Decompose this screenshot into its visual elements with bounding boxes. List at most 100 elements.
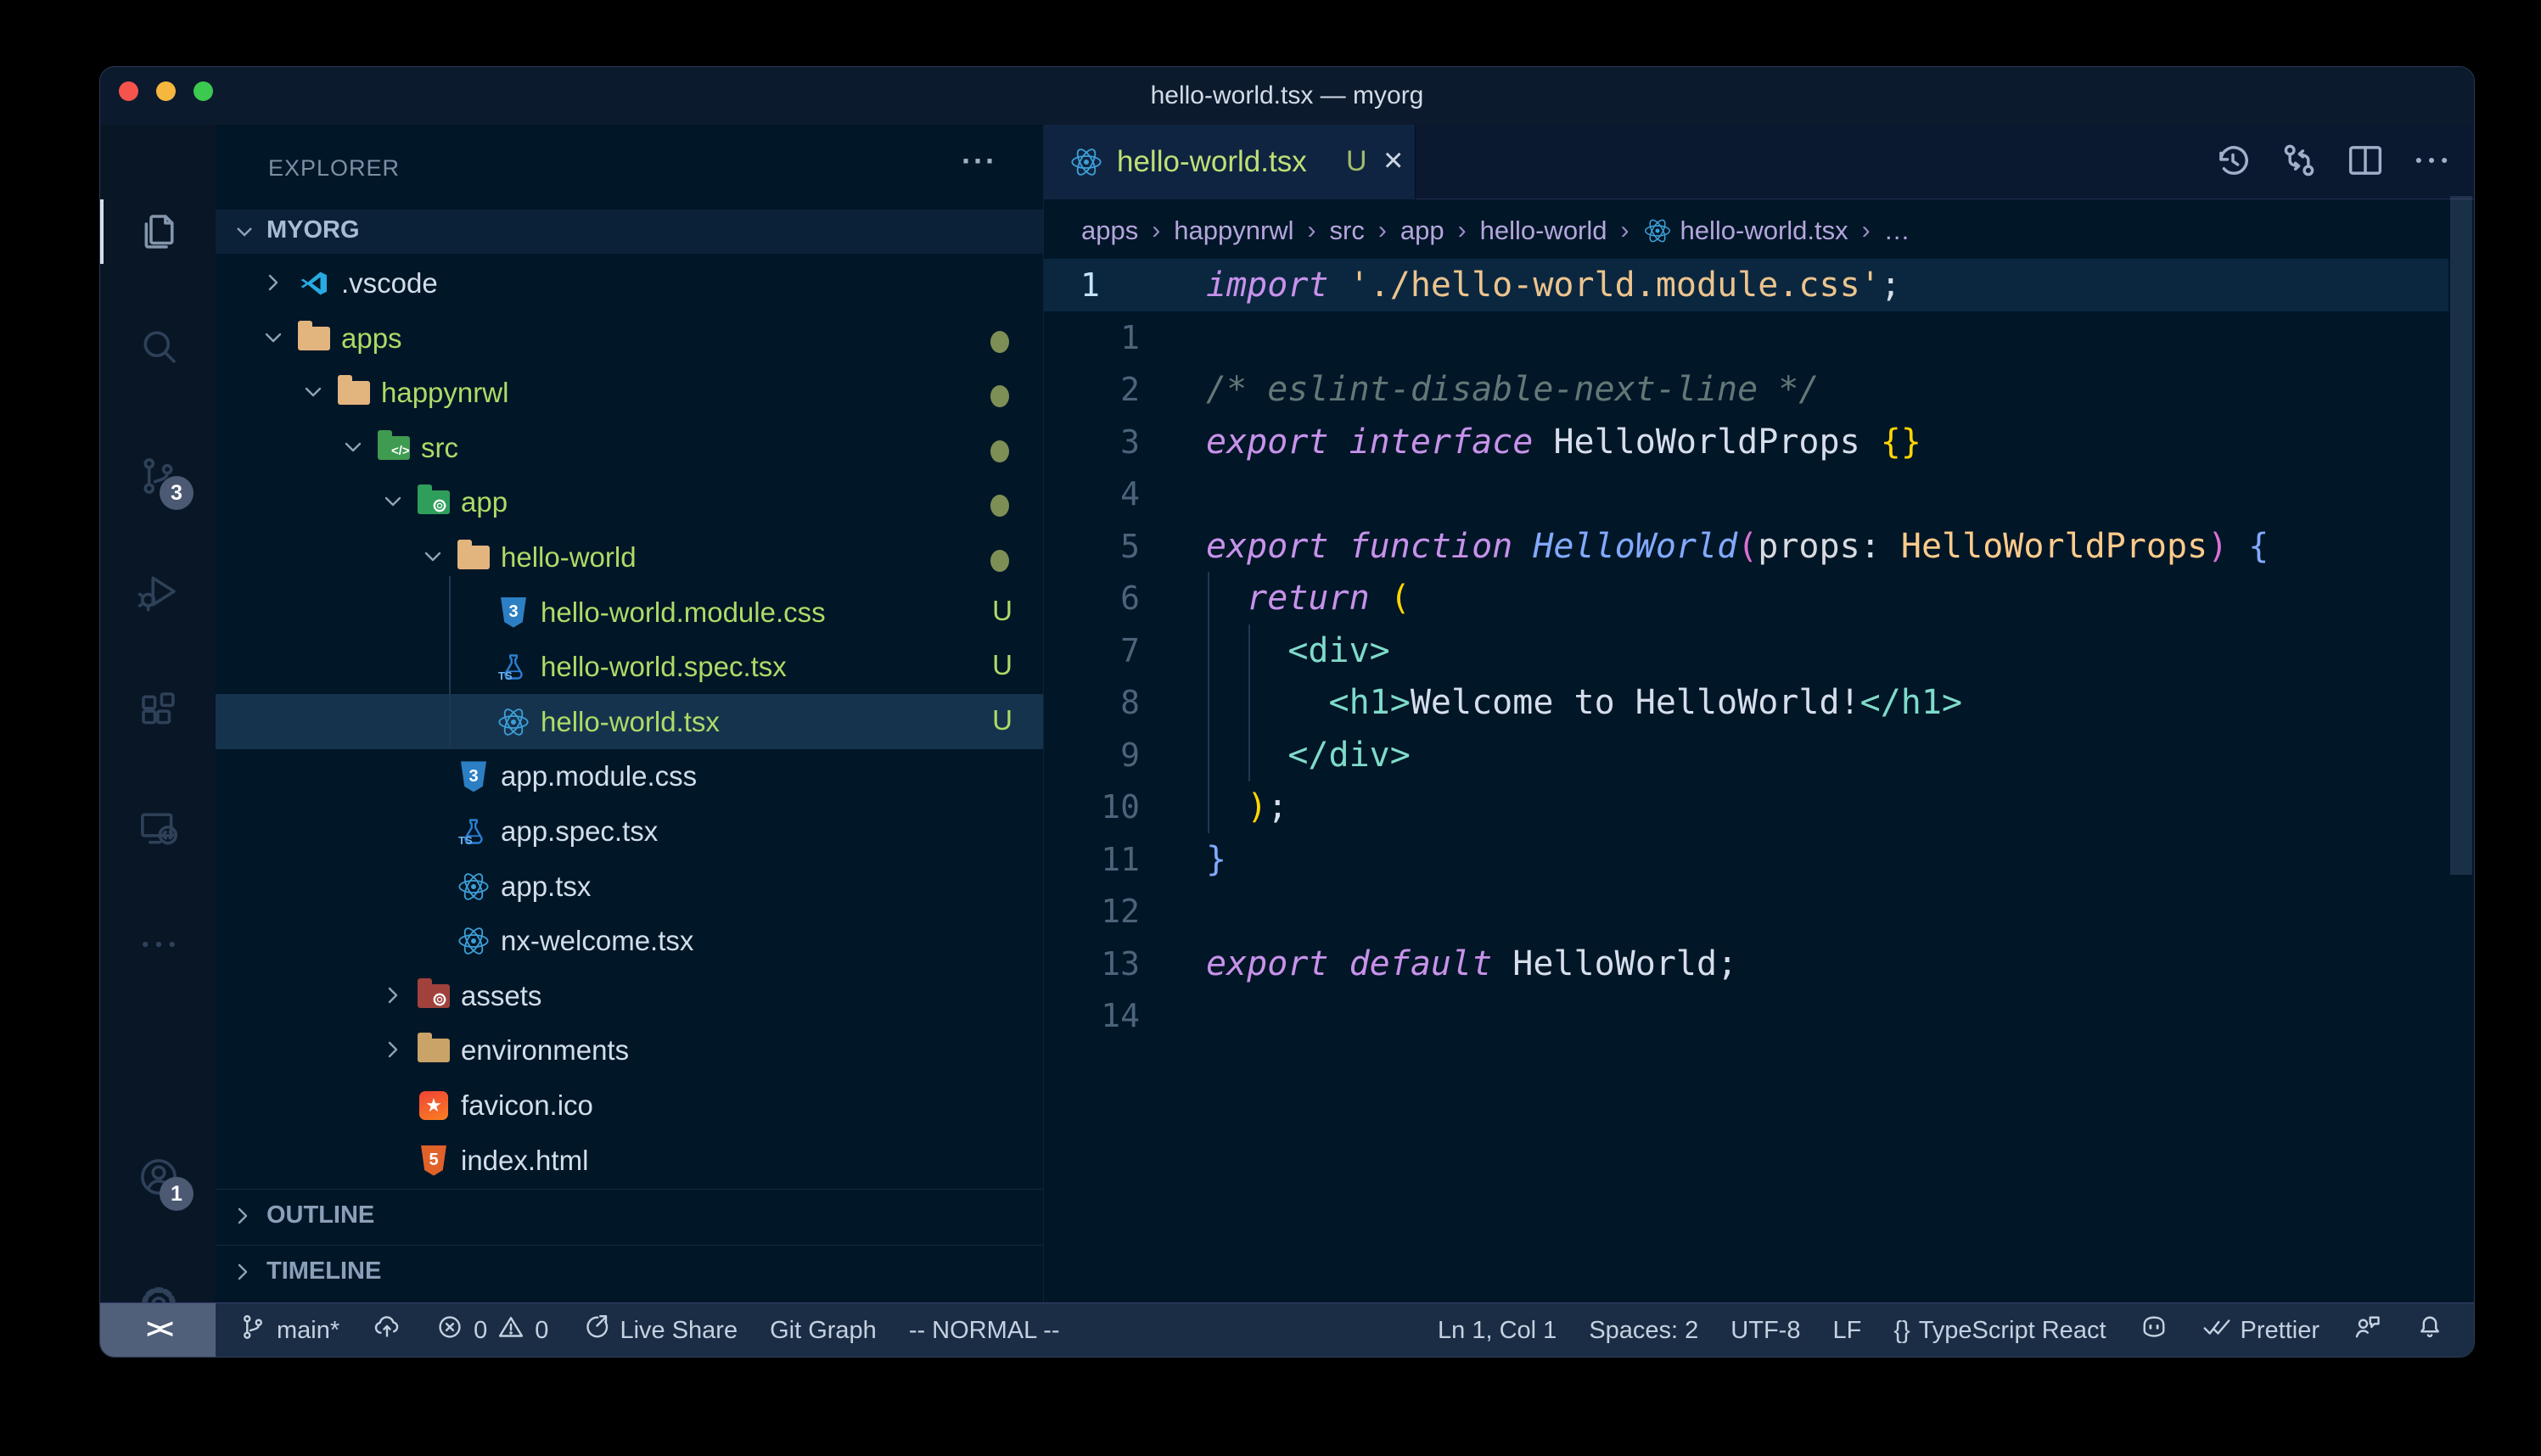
- code-line[interactable]: 12: [1044, 885, 2448, 938]
- code-editor[interactable]: 1import './hello-world.module.css';12/* …: [1044, 259, 2474, 1302]
- tree-item-label: index.html: [461, 1145, 588, 1177]
- status-prettier[interactable]: Prettier: [2202, 1312, 2319, 1349]
- line-number[interactable]: 9: [1044, 729, 1140, 781]
- tree-item-environments[interactable]: environments: [216, 1022, 1043, 1078]
- tree-item-apps[interactable]: apps: [216, 311, 1043, 366]
- remote-indicator[interactable]: ><: [100, 1303, 216, 1358]
- activity-item-explorer[interactable]: [100, 194, 216, 269]
- code-line[interactable]: 2/* eslint-disable-next-line */: [1044, 363, 2448, 416]
- tree-item-vscode[interactable]: .vscode: [216, 255, 1043, 311]
- tree-item-hello-world-spec-tsx[interactable]: TShello-world.spec.tsxU: [216, 639, 1043, 694]
- code-line[interactable]: 13 export default HelloWorld;: [1044, 938, 2448, 990]
- activity-item-more-views[interactable]: [100, 907, 216, 982]
- code-line[interactable]: 14: [1044, 989, 2448, 1042]
- line-number[interactable]: 4: [1044, 468, 1140, 520]
- status-publish-changes[interactable]: [372, 1312, 402, 1349]
- code-line[interactable]: 9 </div>: [1044, 729, 2448, 781]
- line-number[interactable]: 13: [1044, 938, 1140, 990]
- code-text: export default HelloWorld;: [1206, 938, 1737, 990]
- breadcrumb-item-src[interactable]: src: [1330, 216, 1365, 246]
- line-number[interactable]: 11: [1044, 833, 1140, 886]
- more-actions-icon[interactable]: ···: [962, 143, 997, 179]
- code-line[interactable]: 1: [1044, 311, 2448, 364]
- tree-item-label: .vscode: [341, 267, 438, 300]
- tree-item-hello-world[interactable]: hello-world: [216, 529, 1043, 585]
- line-number[interactable]: 1: [1044, 259, 1140, 311]
- code-line[interactable]: 5export function HelloWorld(props: Hello…: [1044, 520, 2448, 573]
- tree-item-hello-world-module-css[interactable]: 3hello-world.module.cssU: [216, 585, 1043, 640]
- code-line[interactable]: 6 return (: [1044, 572, 2448, 624]
- status-language-mode[interactable]: {}TypeScript React: [1893, 1317, 2106, 1345]
- breadcrumb-item-hello-world[interactable]: hello-world: [1480, 216, 1607, 246]
- activity-item-extensions[interactable]: [100, 673, 216, 748]
- line-number[interactable]: 14: [1044, 989, 1140, 1042]
- outline-section-header[interactable]: OUTLINE: [216, 1189, 1043, 1244]
- timeline-section-header[interactable]: TIMELINE: [216, 1245, 1043, 1300]
- code-line[interactable]: 10 );: [1044, 781, 2448, 833]
- status-vim-mode[interactable]: -- NORMAL --: [909, 1317, 1060, 1345]
- tree-item-assets[interactable]: assets: [216, 968, 1043, 1023]
- code-line[interactable]: 1import './hello-world.module.css';: [1044, 259, 2448, 311]
- line-number[interactable]: 7: [1044, 624, 1140, 677]
- status-cursor-position[interactable]: Ln 1, Col 1: [1438, 1317, 1557, 1345]
- tree-item-index-html[interactable]: 5index.html: [216, 1133, 1043, 1188]
- code-line[interactable]: 7 <div>: [1044, 624, 2448, 677]
- tree-item-app-spec-tsx[interactable]: TSapp.spec.tsx: [216, 804, 1043, 859]
- split-editor-button[interactable]: [2343, 138, 2387, 182]
- git-modified-dot-badge: [990, 385, 1009, 407]
- code-line[interactable]: 11}: [1044, 833, 2448, 886]
- status-live-share[interactable]: Live Share: [581, 1312, 738, 1349]
- status-feedback[interactable]: [2352, 1312, 2382, 1349]
- code-line[interactable]: 4: [1044, 468, 2448, 520]
- open-changes-button[interactable]: [2277, 138, 2321, 182]
- activity-item-search[interactable]: [100, 310, 216, 384]
- status-notifications[interactable]: [2415, 1312, 2445, 1349]
- status-git-branch[interactable]: main*: [238, 1312, 339, 1349]
- chevron-right-icon: [229, 1258, 256, 1290]
- workspace-section-header[interactable]: MYORG: [216, 210, 1043, 254]
- activity-item-run-debug[interactable]: [100, 554, 216, 629]
- line-number[interactable]: 10: [1044, 781, 1140, 833]
- tree-item-favicon-ico[interactable]: ★favicon.ico: [216, 1078, 1043, 1133]
- editor-scrollbar[interactable]: [2450, 196, 2472, 875]
- tree-item-src[interactable]: </>src: [216, 420, 1043, 475]
- tree-item-app[interactable]: app: [216, 474, 1043, 529]
- breadcrumb-item-happynrwl[interactable]: happynrwl: [1174, 216, 1293, 246]
- line-number[interactable]: 5: [1044, 520, 1140, 573]
- react-icon: [457, 870, 491, 904]
- code-line[interactable]: 3export interface HelloWorldProps {}: [1044, 416, 2448, 468]
- line-number[interactable]: 6: [1044, 572, 1140, 624]
- tree-item-app-tsx[interactable]: app.tsx: [216, 859, 1043, 914]
- line-number[interactable]: 12: [1044, 885, 1140, 938]
- line-number[interactable]: 3: [1044, 416, 1140, 468]
- code-line[interactable]: 8 <h1>Welcome to HelloWorld!</h1>: [1044, 676, 2448, 729]
- breadcrumb-separator: ›: [1621, 216, 1629, 245]
- line-number[interactable]: 1: [1044, 311, 1140, 364]
- activity-item-remote-explorer[interactable]: [100, 792, 216, 866]
- tree-item-app-module-css[interactable]: 3app.module.css: [216, 748, 1043, 804]
- status-encoding[interactable]: UTF-8: [1730, 1317, 1800, 1345]
- status-problems[interactable]: 00: [435, 1312, 548, 1349]
- breadcrumb-item-[interactable]: …: [1884, 216, 1910, 246]
- tree-item-happynrwl[interactable]: happynrwl: [216, 365, 1043, 420]
- tab-hello-world-tsx[interactable]: hello-world.tsx U ×: [1044, 125, 1416, 199]
- status-copilot[interactable]: [2139, 1312, 2169, 1349]
- status-eol[interactable]: LF: [1832, 1317, 1861, 1345]
- status-indentation[interactable]: Spaces: 2: [1589, 1317, 1698, 1345]
- breadcrumb-item-hello-world-tsx[interactable]: hello-world.tsx: [1643, 216, 1848, 246]
- activity-item-accounts[interactable]: 1: [100, 1140, 216, 1214]
- breadcrumb-item-app[interactable]: app: [1400, 216, 1444, 246]
- breadcrumb-item-apps[interactable]: apps: [1081, 216, 1138, 246]
- tree-item-nx-welcome-tsx[interactable]: nx-welcome.tsx: [216, 913, 1043, 968]
- tree-item-hello-world-tsx[interactable]: hello-world.tsxU: [216, 694, 1043, 749]
- line-number[interactable]: 2: [1044, 363, 1140, 416]
- activity-item-source-control[interactable]: 3: [100, 439, 216, 513]
- more-actions-button[interactable]: [2409, 138, 2454, 182]
- open-timeline-button[interactable]: [2211, 138, 2255, 182]
- line-number[interactable]: 8: [1044, 676, 1140, 729]
- breadcrumb-label: src: [1330, 216, 1365, 246]
- status-label: main*: [277, 1317, 339, 1345]
- breadcrumb-label: hello-world.tsx: [1680, 216, 1848, 246]
- status-git-graph[interactable]: Git Graph: [770, 1317, 877, 1345]
- close-icon[interactable]: ×: [1383, 142, 1403, 180]
